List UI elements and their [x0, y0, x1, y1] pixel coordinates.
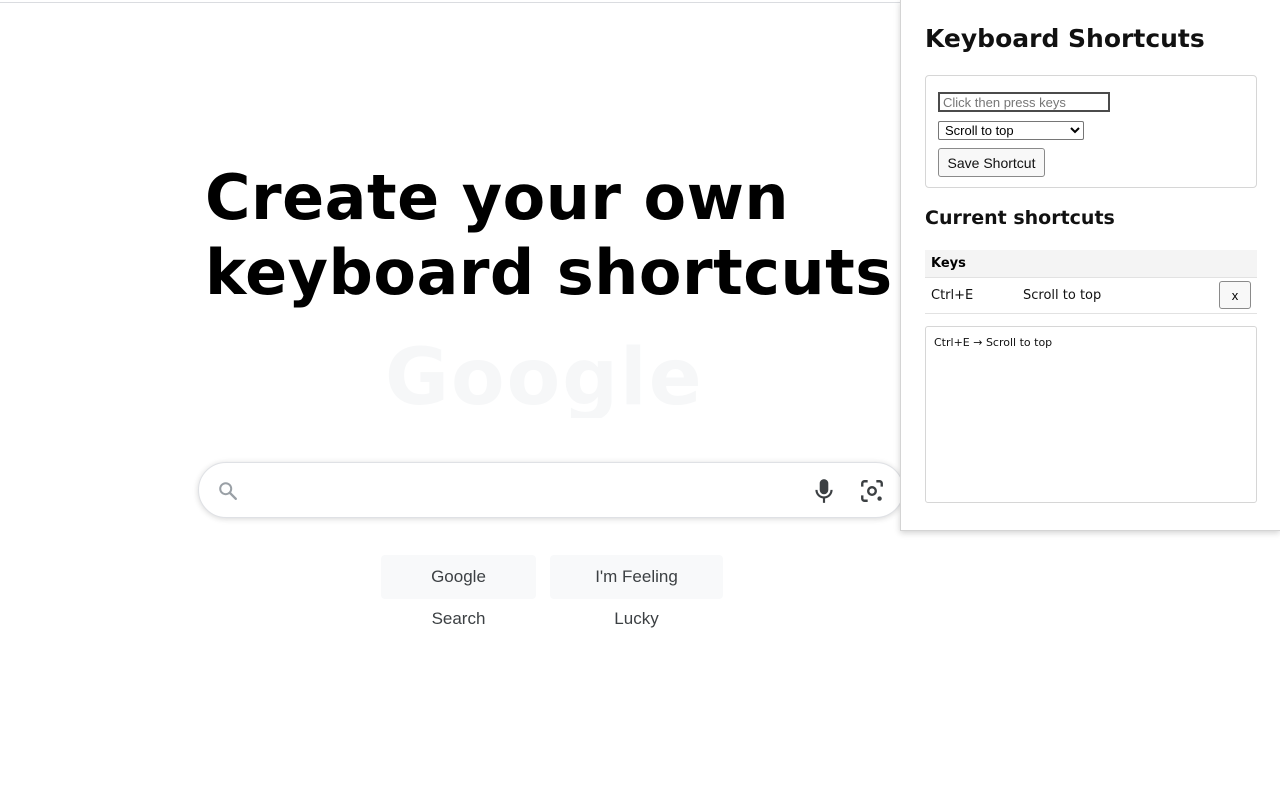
add-shortcut-form: Scroll to top Save Shortcut [925, 75, 1257, 188]
promo-heading-line-2: keyboard shortcuts [205, 236, 893, 309]
feeling-lucky-button[interactable]: I'm Feeling Lucky [550, 555, 723, 628]
delete-shortcut-button[interactable]: x [1219, 281, 1251, 309]
table-header-row: Keys [925, 250, 1257, 277]
delete-cell: x [1205, 277, 1257, 313]
search-icon [217, 480, 239, 502]
delete-column-header [1205, 250, 1257, 277]
search-input[interactable] [255, 473, 799, 509]
promo-heading-line-1: Create your own [205, 161, 790, 234]
action-column-header [1017, 250, 1205, 277]
mic-icon[interactable] [811, 477, 837, 505]
promo-heading: Create your own keyboard shortcuts [205, 160, 893, 310]
shortcuts-log[interactable]: Ctrl+E → Scroll to top [925, 326, 1257, 503]
current-shortcuts-title: Current shortcuts [925, 207, 1115, 229]
search-box[interactable] [198, 462, 904, 518]
shortcuts-table: Keys Ctrl+E Scroll to top x [925, 250, 1257, 314]
google-logo: Google [385, 338, 704, 418]
panel-title: Keyboard Shortcuts [925, 24, 1205, 53]
save-shortcut-button[interactable]: Save Shortcut [938, 148, 1045, 177]
shortcut-action: Scroll to top [1023, 287, 1102, 303]
google-search-button[interactable]: Google Search [381, 555, 536, 628]
keys-capture-input[interactable] [938, 92, 1110, 112]
action-select[interactable]: Scroll to top [938, 121, 1084, 140]
camera-lens-icon[interactable] [859, 478, 885, 504]
shortcuts-panel: Keyboard Shortcuts Scroll to top Save Sh… [900, 0, 1280, 531]
shortcut-keys: Ctrl+E [931, 287, 974, 303]
table-row: Ctrl+E Scroll to top x [925, 277, 1257, 313]
top-divider [0, 2, 900, 3]
keys-column-header: Keys [931, 255, 966, 271]
